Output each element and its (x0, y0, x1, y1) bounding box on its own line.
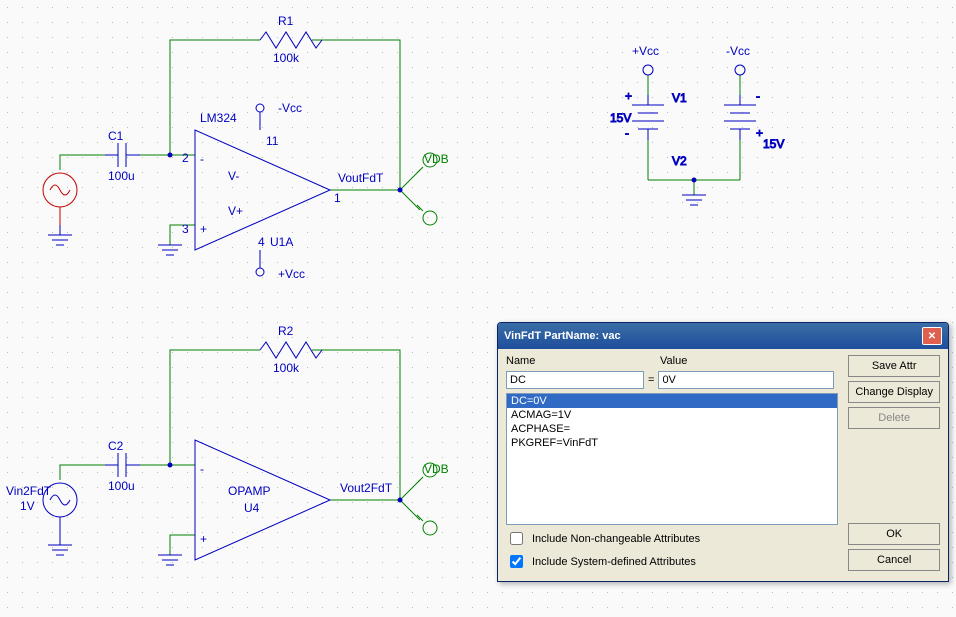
svg-text:Vin2FdT: Vin2FdT (6, 484, 52, 498)
svg-text:-Vcc: -Vcc (726, 44, 750, 58)
vout2fdt-label: Vout2FdT (340, 481, 393, 495)
ground-supply (682, 195, 706, 205)
svg-text:+: + (625, 89, 632, 103)
include-systemdefined-label: Include System-defined Attributes (532, 556, 696, 568)
power-supply: +Vcc -Vcc + - V1 15V - + V2 15V (610, 44, 784, 205)
battery-v1[interactable]: + - V1 15V (610, 89, 687, 140)
svg-text:4: 4 (258, 235, 265, 249)
svg-text:1V: 1V (20, 499, 35, 513)
svg-text:100k: 100k (273, 361, 300, 375)
svg-text:U4: U4 (244, 501, 260, 515)
svg-text:100u: 100u (108, 479, 135, 493)
opamp1-part: LM324 (200, 111, 237, 125)
svg-text:-: - (200, 462, 204, 476)
c1-val: 100u (108, 169, 135, 183)
list-item[interactable]: ACMAG=1V (507, 408, 837, 422)
r1-val: 100k (273, 51, 300, 65)
svg-text:-: - (625, 126, 629, 140)
svg-text:VDB: VDB (424, 462, 449, 476)
svg-text:+: + (200, 532, 207, 546)
battery-v2[interactable]: - + V2 15V (672, 89, 784, 168)
capacitor-c1[interactable]: C1 100u (105, 129, 140, 183)
value-field[interactable] (658, 371, 834, 389)
svg-text:2: 2 (182, 151, 189, 165)
svg-text:15V: 15V (610, 111, 631, 125)
svg-text:-: - (200, 152, 204, 166)
list-item[interactable]: DC=0V (507, 394, 837, 408)
c1-ref: C1 (108, 129, 124, 143)
ground-ninv1 (158, 245, 182, 255)
opamp-u1a[interactable]: V- V+ - + 2 3 1 11 4 LM324 U1A -Vcc +Vcc (182, 101, 341, 281)
capacitor-c2[interactable]: C2 100u (105, 439, 140, 493)
r1-ref: R1 (278, 14, 294, 28)
ac-source-2[interactable]: Vin2FdT 1V (6, 483, 77, 535)
svg-text:1: 1 (334, 191, 341, 205)
svg-text:V+: V+ (228, 204, 243, 218)
include-nonchangeable-label: Include Non-changeable Attributes (532, 533, 700, 545)
include-systemdefined-checkbox[interactable] (510, 555, 523, 568)
close-icon[interactable]: ✕ (922, 327, 942, 345)
cancel-button[interactable]: Cancel (848, 549, 940, 571)
svg-text:11: 11 (266, 134, 279, 148)
list-item[interactable]: ACPHASE= (507, 422, 837, 436)
list-item[interactable]: PKGREF=VinFdT (507, 436, 837, 450)
dialog-titlebar[interactable]: VinFdT PartName: vac ✕ (498, 323, 948, 349)
ok-button[interactable]: OK (848, 523, 940, 545)
attribute-dialog[interactable]: VinFdT PartName: vac ✕ Name Value = DC=0… (497, 322, 949, 582)
ground-ninv2 (158, 555, 182, 565)
change-display-button[interactable]: Change Display (848, 381, 940, 403)
svg-text:15V: 15V (763, 137, 784, 151)
circuit-1: R1 100k C1 100u (43, 14, 449, 281)
opamp-u4[interactable]: - + OPAMP U4 (195, 440, 330, 560)
delete-button[interactable]: Delete (848, 407, 940, 429)
name-label: Name (506, 355, 656, 367)
svg-text:+Vcc: +Vcc (278, 267, 305, 281)
voutfdt-label: VoutFdT (338, 171, 384, 185)
svg-text:V1: V1 (672, 91, 687, 105)
svg-text:-Vcc: -Vcc (278, 101, 302, 115)
svg-text:-: - (756, 89, 760, 103)
save-attr-button[interactable]: Save Attr (848, 355, 940, 377)
dialog-title: VinFdT PartName: vac (504, 330, 621, 342)
svg-text:V-: V- (228, 169, 239, 183)
include-nonchangeable-checkbox[interactable] (510, 532, 523, 545)
opamp1-ref: U1A (270, 235, 293, 249)
svg-text:OPAMP: OPAMP (228, 484, 270, 498)
svg-text:+Vcc: +Vcc (632, 44, 659, 58)
name-field[interactable] (506, 371, 644, 389)
value-label: Value (660, 355, 687, 367)
svg-text:VDB: VDB (424, 152, 449, 166)
svg-text:C2: C2 (108, 439, 124, 453)
svg-text:+: + (200, 222, 207, 236)
circuit-2: R2 100k C2 100u Vin2FdT 1V (6, 324, 449, 565)
ground-src1 (48, 225, 72, 245)
ground-src2 (48, 535, 72, 555)
svg-text:V2: V2 (672, 154, 687, 168)
svg-text:R2: R2 (278, 324, 294, 338)
svg-text:+: + (756, 126, 763, 140)
svg-text:3: 3 (182, 222, 189, 236)
ac-source-1[interactable] (43, 173, 77, 225)
attribute-list[interactable]: DC=0V ACMAG=1V ACPHASE= PKGREF=VinFdT (506, 393, 838, 525)
